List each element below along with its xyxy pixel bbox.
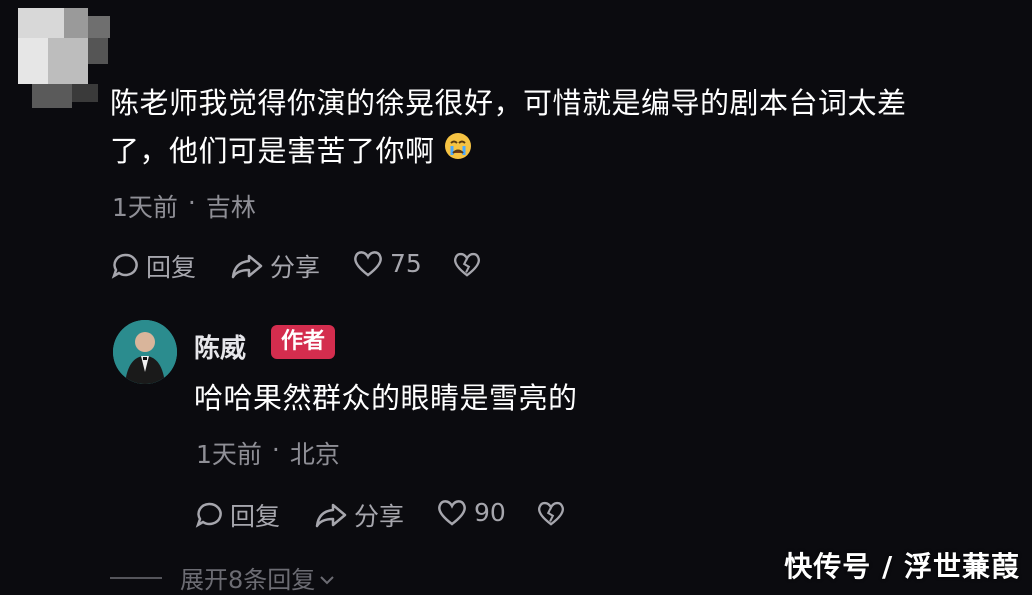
heart-icon [352,248,384,278]
reply-label: 回复 [230,502,281,531]
share-label: 分享 [354,502,405,531]
comment-location: 吉林 [205,193,256,222]
avatar-author[interactable] [113,320,177,384]
comment-time: 1天前 [112,193,178,222]
author-name[interactable]: 陈威 [194,328,246,365]
like-count: 90 [474,497,506,527]
reply-text: 哈哈果然群众的眼睛是雪亮的 [194,381,578,415]
author-badge: 作者 [271,325,336,359]
reply-location: 北京 [289,440,340,469]
expand-replies-button[interactable]: 展开8条回复 [110,560,335,595]
like-button[interactable]: 90 [436,497,506,527]
like-button[interactable]: 75 [352,248,422,278]
comment-meta: 1天前 · 吉林 [112,188,256,224]
divider-line [110,576,162,579]
share-button[interactable]: 分享 [314,497,404,533]
comment-text-line2-content: 了，他们可是害苦了你啊 [110,134,435,168]
heart-icon [436,497,468,527]
comment-text-line2: 了，他们可是害苦了你啊 [110,128,473,174]
chevron-down-icon [319,564,335,592]
comment-bubble-icon [110,251,140,281]
dislike-button[interactable] [536,499,566,527]
broken-heart-icon [536,499,566,527]
expand-replies-label: 展开8条回复 [180,566,316,594]
watermark: 快传号 / 浮世蒹葭 [784,550,1020,583]
broken-heart-icon [452,250,482,278]
share-arrow-icon [230,251,264,281]
reply-button[interactable]: 回复 [110,248,196,284]
reply-meta: 1天前 · 北京 [196,435,340,471]
meta-separator: · [271,435,280,464]
reply-time: 1天前 [196,440,262,469]
share-label: 分享 [270,253,321,282]
meta-separator: · [187,188,196,217]
comment-text-line1: 陈老师我觉得你演的徐晃很好，可惜就是编导的剧本台词太差 [110,86,907,120]
share-button[interactable]: 分享 [230,248,320,284]
reply-button[interactable]: 回复 [194,497,280,533]
reply-label: 回复 [146,253,197,282]
like-count: 75 [390,248,422,278]
crying-face-icon [443,128,473,174]
dislike-button[interactable] [452,250,482,278]
avatar-blurred[interactable] [18,8,110,108]
share-arrow-icon [314,500,348,530]
comment-bubble-icon [194,500,224,530]
